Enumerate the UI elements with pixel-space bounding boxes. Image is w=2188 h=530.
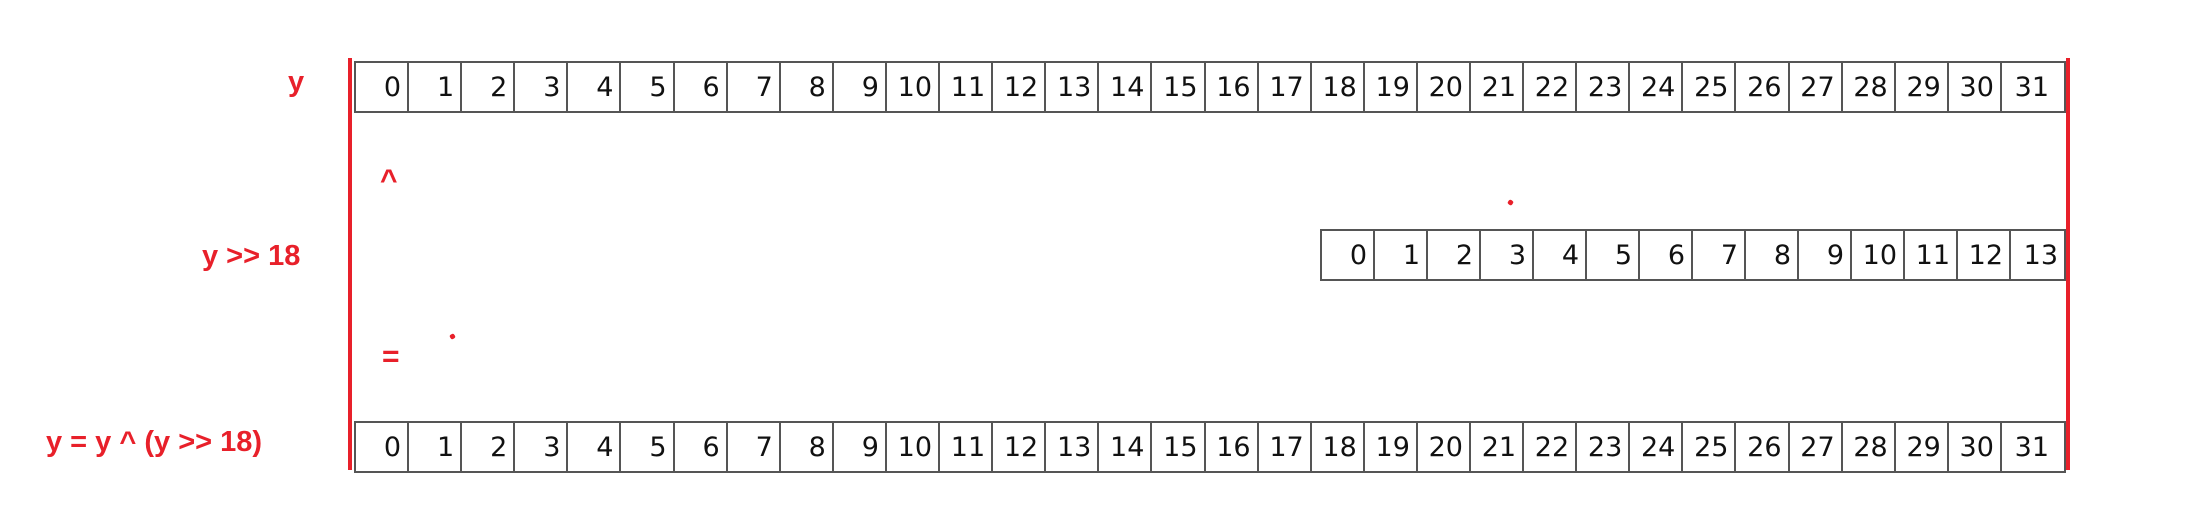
bit-cell: 13: [1046, 63, 1100, 111]
bit-cell: 5: [621, 63, 675, 111]
bit-cell: 10: [887, 63, 941, 111]
bit-cell: 23: [1577, 423, 1631, 471]
bit-cell: 15: [1152, 63, 1206, 111]
bit-cell: 17: [1259, 63, 1312, 111]
bit-cell: 16: [1206, 423, 1259, 471]
bit-cell: 2: [462, 423, 516, 471]
bit-cell: 9: [1799, 231, 1852, 279]
bit-cell: 20: [1418, 63, 1471, 111]
bit-cell: 18: [1312, 423, 1365, 471]
bit-cell: 0: [356, 423, 410, 471]
stray-mark: [449, 333, 456, 340]
bit-cell: 24: [1630, 63, 1684, 111]
bit-cell: 5: [1587, 231, 1640, 279]
bit-cell: 30: [1949, 63, 2002, 111]
bit-cell: 0: [356, 63, 410, 111]
bit-cell: 4: [568, 63, 622, 111]
bit-cell: 19: [1365, 423, 1418, 471]
bit-cell: 26: [1736, 423, 1790, 471]
bit-cell: 24: [1630, 423, 1684, 471]
bit-cell: 13: [2023, 239, 2058, 271]
bit-cell: 26: [1736, 63, 1790, 111]
bit-cell: 10: [887, 423, 941, 471]
equals-operator: =: [382, 340, 400, 373]
bit-cell: 17: [1259, 423, 1312, 471]
bit-cell: 31: [2014, 71, 2049, 103]
bit-cell: 4: [568, 423, 622, 471]
bit-row-y: 0 1 2 3 4 5 6 7 8 9 10 11 12 13 14 15 16 17 18 19 20 21 22 23 24…: [354, 61, 2066, 113]
row-label-y-shift-18: y >> 18: [202, 240, 301, 272]
bit-cell: 15: [1152, 423, 1206, 471]
bit-cell: 1: [409, 63, 463, 111]
bit-cell: 3: [515, 423, 569, 471]
bit-cell: 8: [781, 423, 834, 471]
bit-cell: 6: [1640, 231, 1693, 279]
bit-cell: 8: [1746, 231, 1799, 279]
bit-cell: 5: [621, 423, 675, 471]
bit-cell: 11: [940, 423, 994, 471]
bit-cell: 21: [1471, 423, 1525, 471]
bit-cell: 10: [1852, 231, 1905, 279]
bit-cell: 27: [1790, 63, 1843, 111]
bit-cell: 12: [993, 423, 1047, 471]
bit-cell: 7: [728, 63, 781, 111]
row-label-y: y: [288, 66, 305, 98]
bit-cell: 28: [1843, 63, 1896, 111]
bit-cell: 29: [1896, 423, 1949, 471]
bit-row-result: 0 1 2 3 4 5 6 7 8 9 10 11 12 13 14 15 16 17 18 19 20 21 22 23 24…: [354, 421, 2066, 473]
bit-cell: 6: [675, 423, 728, 471]
bit-cell: 2: [462, 63, 516, 111]
bit-cell: 2: [1428, 231, 1481, 279]
xor-operator: ^: [380, 164, 398, 197]
bit-cell: 0: [1322, 231, 1375, 279]
bit-cell: 6: [675, 63, 728, 111]
bit-cell: 13: [1046, 423, 1100, 471]
bit-cell: 11: [940, 63, 994, 111]
bit-cell: 19: [1365, 63, 1418, 111]
bit-cell: 22: [1524, 423, 1578, 471]
stray-mark: [1507, 199, 1514, 206]
bit-cell: 9: [834, 63, 887, 111]
bit-cell: 14: [1099, 63, 1153, 111]
bit-cell: 23: [1577, 63, 1631, 111]
bit-cell: 9: [834, 423, 887, 471]
bit-cell: 18: [1312, 63, 1365, 111]
bit-cell: 1: [409, 423, 463, 471]
bit-cell: 12: [993, 63, 1047, 111]
right-bracket-line: [2066, 58, 2070, 470]
bit-cell: 4: [1534, 231, 1587, 279]
bit-cell: 8: [781, 63, 834, 111]
bit-cell: 31: [2014, 431, 2049, 463]
bit-cell: 20: [1418, 423, 1471, 471]
bit-cell: 21: [1471, 63, 1525, 111]
row-label-result: y = y ^ (y >> 18): [46, 426, 263, 458]
bit-cell: 25: [1683, 423, 1737, 471]
bit-cell: 1: [1375, 231, 1428, 279]
bit-cell: 30: [1949, 423, 2002, 471]
bit-cell: 7: [728, 423, 781, 471]
bit-row-y-shift-18: 0 1 2 3 4 5 6 7 8 9 10 11 12 13: [1320, 229, 2066, 281]
bit-cell: 27: [1790, 423, 1843, 471]
bit-cell: 12: [1958, 231, 2011, 279]
left-bracket-line: [348, 58, 352, 470]
bit-cell: 7: [1693, 231, 1746, 279]
bit-cell: 16: [1206, 63, 1259, 111]
bit-cell: 3: [1481, 231, 1534, 279]
bit-cell: 3: [515, 63, 569, 111]
bit-cell: 28: [1843, 423, 1896, 471]
bit-cell: 22: [1524, 63, 1578, 111]
bit-cell: 14: [1099, 423, 1153, 471]
bit-cell: 11: [1905, 231, 1958, 279]
bit-cell: 25: [1683, 63, 1737, 111]
bit-cell: 29: [1896, 63, 1949, 111]
